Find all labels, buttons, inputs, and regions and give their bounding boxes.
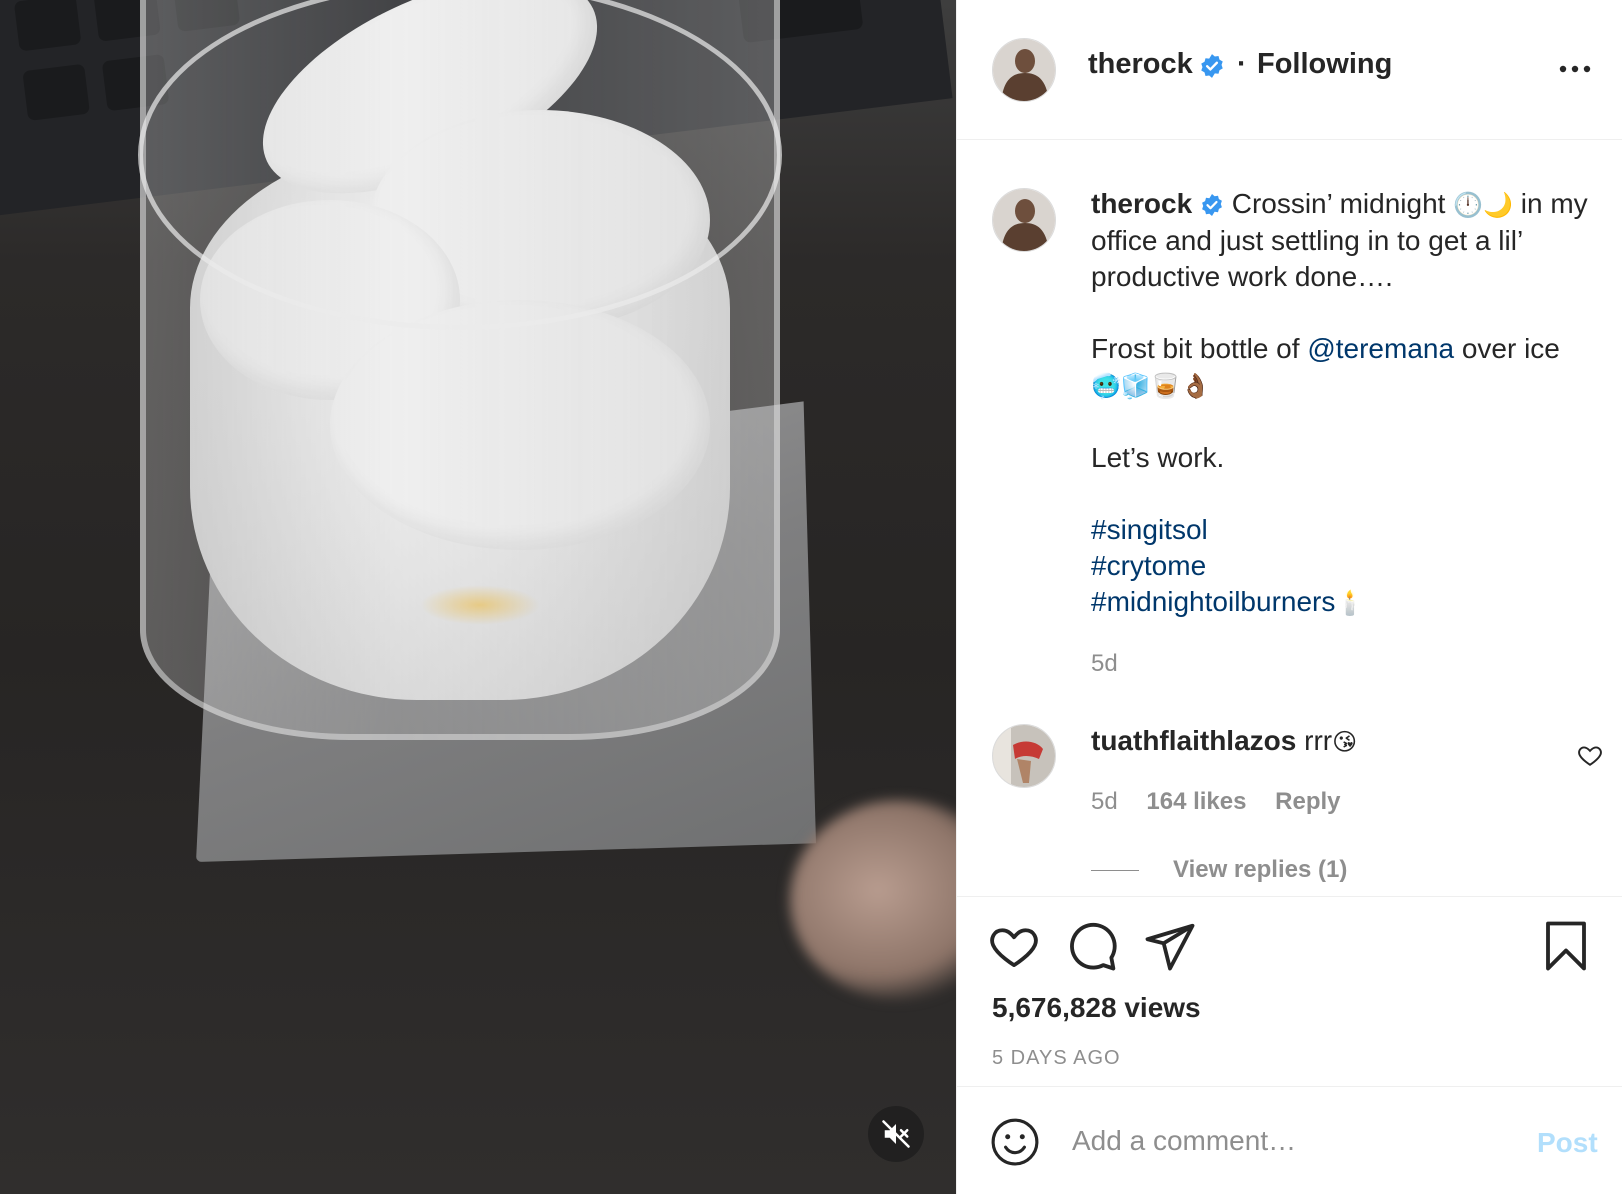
candle-emoji: 🕯️ [1335, 589, 1366, 617]
separator-dot: · [1237, 48, 1247, 80]
smiley-icon[interactable] [990, 1117, 1040, 1167]
caption-line2-prefix: Frost bit bottle of [1091, 333, 1300, 364]
post-comment-button[interactable]: Post [1537, 1127, 1598, 1159]
hashtag-link[interactable]: #midnightoilburners [1091, 586, 1335, 617]
comment-timestamp[interactable]: 5d [1091, 788, 1118, 815]
caption-line1-text: Crossin’ midnight [1231, 188, 1446, 219]
mention-link[interactable]: @teremana [1307, 333, 1454, 364]
verified-badge-icon [1201, 54, 1223, 78]
caption-username[interactable]: therock [1091, 188, 1192, 219]
author-avatar[interactable] [992, 38, 1056, 102]
reply-button[interactable]: Reply [1275, 788, 1340, 815]
more-options-icon[interactable] [1557, 62, 1593, 76]
comment-text: rrr [1304, 725, 1333, 756]
add-comment-bar: Post [957, 1086, 1622, 1194]
commenter-username[interactable]: tuathflaithlazos [1091, 725, 1296, 756]
caption-line3: Let’s work. [1091, 442, 1225, 473]
caption-timestamp[interactable]: 5d [1091, 650, 1118, 678]
caption-author-avatar[interactable] [992, 188, 1056, 252]
reply-divider-line [1091, 869, 1139, 871]
comment-body: tuathflaithlazos rrr😘 [1091, 725, 1357, 757]
comment-emoji: 😘 [1332, 728, 1358, 756]
post-header: therock · Following [957, 0, 1622, 140]
following-button[interactable]: Following [1257, 48, 1392, 81]
view-replies-label: View replies (1) [1173, 856, 1348, 883]
muted-speaker-icon [882, 1120, 910, 1148]
hashtag-link[interactable]: #crytome [1091, 550, 1206, 581]
comment-meta: 5d 164 likes Reply [1091, 788, 1363, 816]
post-side-panel: therock · Following therock Crossin’ mid… [956, 0, 1622, 1194]
hashtag-link[interactable]: #singitsol [1091, 514, 1208, 545]
comment-bubble-icon[interactable] [1065, 919, 1119, 973]
caption-line1-emoji: 🕛🌙 [1453, 191, 1513, 219]
post-date[interactable]: 5 DAYS AGO [992, 1047, 1121, 1070]
bookmark-icon[interactable] [1539, 919, 1593, 973]
mute-toggle-button[interactable] [868, 1106, 924, 1162]
commenter-avatar[interactable] [992, 724, 1056, 788]
caption-line2-suffix: over ice [1461, 333, 1560, 364]
heart-icon[interactable] [987, 919, 1041, 973]
view-replies-button[interactable]: View replies (1) [1091, 856, 1347, 884]
caption-line2-emoji: 🥶🧊🥃👌🏾 [1091, 372, 1211, 400]
post-caption: therock Crossin’ midnight 🕛🌙 in my offic… [1091, 186, 1601, 657]
post-video[interactable] [0, 0, 956, 1194]
post-actions: 5,676,828 views 5 DAYS AGO [957, 896, 1622, 1086]
paper-plane-icon[interactable] [1143, 919, 1197, 973]
author-username[interactable]: therock [1088, 48, 1193, 81]
heart-icon[interactable] [1577, 742, 1603, 768]
comment-likes[interactable]: 164 likes [1146, 788, 1246, 815]
view-count[interactable]: 5,676,828 views [992, 992, 1201, 1024]
comment-input[interactable] [1072, 1115, 1492, 1167]
verified-badge-icon [1202, 194, 1222, 216]
